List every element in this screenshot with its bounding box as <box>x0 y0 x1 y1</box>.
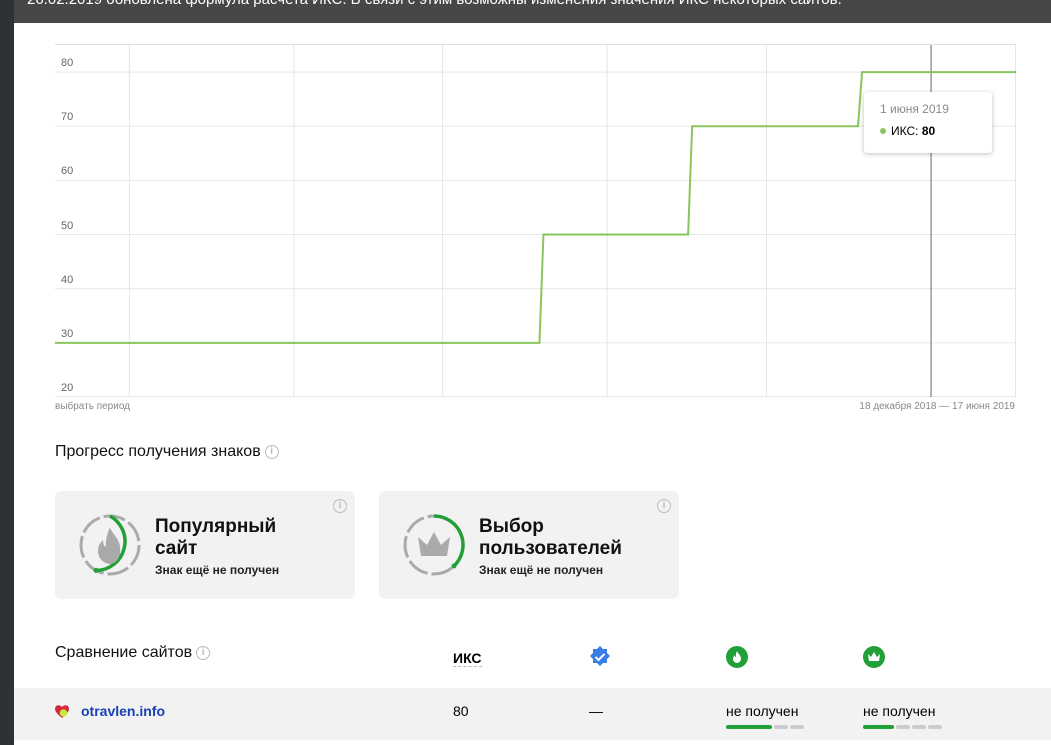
left-sidebar <box>0 0 14 745</box>
popular-site-icon <box>726 646 748 668</box>
badge-card-popular: i Популярный сайт Знак ещё не получен <box>55 491 355 599</box>
y-tick-label: 50 <box>61 219 74 232</box>
badge-title: Выбор пользователей <box>479 516 622 559</box>
badges-title-text: Прогресс получения знаков <box>55 443 261 460</box>
crown-icon <box>403 514 465 576</box>
badge-status: Знак ещё не получен <box>479 563 604 577</box>
notice-text: 26.02.2019 обновлена формула расчета ИКС… <box>27 0 842 8</box>
tooltip-label: ИКС: <box>891 124 919 138</box>
column-iks[interactable]: ИКС <box>453 650 482 667</box>
select-period-link[interactable]: выбрать период <box>55 401 130 412</box>
badges-title: Прогресс получения знаков i <box>55 443 279 461</box>
fire-icon <box>79 514 141 576</box>
y-tick-label: 80 <box>61 57 74 70</box>
y-tick-label: 60 <box>61 165 74 178</box>
badge-title: Популярный сайт <box>155 516 277 559</box>
info-icon[interactable]: i <box>196 645 211 660</box>
compare-title: Сравнение сайтов i <box>55 644 211 662</box>
compare-title-text: Сравнение сайтов <box>55 644 193 661</box>
site-link[interactable]: otravlen.info <box>81 703 165 719</box>
info-icon[interactable]: i <box>333 499 347 513</box>
popular-progress-bar <box>726 725 804 729</box>
badge-card-users-choice: i Выбор пользователей Знак ещё не получен <box>379 491 679 599</box>
notice-banner: 26.02.2019 обновлена формула расчета ИКС… <box>14 0 1051 23</box>
chart-tooltip: 1 июня 2019 ИКС: 80 <box>864 92 992 153</box>
tooltip-date: 1 июня 2019 <box>880 102 949 116</box>
info-icon[interactable]: i <box>657 499 671 513</box>
badge-status: Знак ещё не получен <box>155 563 280 577</box>
choice-progress-bar <box>863 725 942 729</box>
site-verified-value: — <box>589 703 603 719</box>
date-range: 18 декабря 2018 — 17 июня 2019 <box>859 401 1015 412</box>
y-tick-label: 40 <box>61 273 74 286</box>
site-iks-value: 80 <box>453 703 469 719</box>
site-favicon <box>55 705 69 718</box>
tooltip-value: 80 <box>921 124 936 138</box>
y-tick-label: 20 <box>61 382 74 394</box>
y-tick-label: 70 <box>61 111 74 124</box>
verified-icon <box>590 646 610 666</box>
users-choice-icon <box>863 646 885 668</box>
info-icon[interactable]: i <box>264 444 279 459</box>
popular-status: не получен <box>726 703 804 729</box>
choice-status: не получен <box>863 703 942 729</box>
series-dot-icon <box>880 128 886 134</box>
y-tick-label: 30 <box>61 327 74 340</box>
